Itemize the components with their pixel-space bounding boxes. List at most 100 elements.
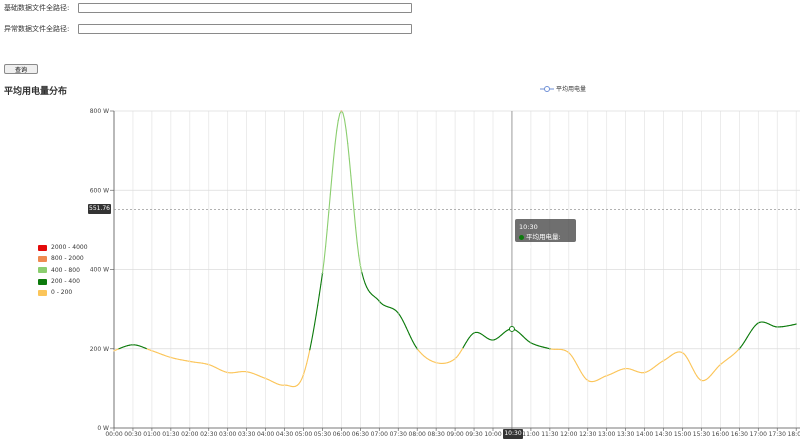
visual-map-swatch <box>38 278 47 285</box>
data-point <box>473 332 475 334</box>
data-point <box>397 312 400 314</box>
series-line-segment <box>404 323 407 328</box>
series-line-segment <box>326 211 330 231</box>
series-line-segment <box>355 227 358 244</box>
series-line-segment <box>348 158 352 177</box>
series-line-segment <box>314 314 317 326</box>
x-tick-label: 01:00 <box>143 431 160 438</box>
data-point <box>113 349 115 352</box>
tooltip-series-name: 平均用电量 <box>526 233 559 241</box>
x-tick-label: 09:00 <box>446 431 463 438</box>
data-point <box>662 359 665 362</box>
data-point <box>378 300 381 303</box>
series-line-segment <box>345 129 349 144</box>
x-tick-label: 11:30 <box>541 431 558 438</box>
data-point <box>302 373 305 376</box>
data-point <box>700 379 703 382</box>
x-tick-label: 18:00 <box>788 431 800 438</box>
data-point <box>151 349 153 352</box>
visual-map-legend: 2000 - 4000 800 - 2000 400 - 800 200 - 400 0… <box>38 242 88 298</box>
series-line-segment <box>323 245 327 262</box>
x-tick-label: 04:30 <box>276 431 293 438</box>
series-line-segment <box>350 175 354 195</box>
visual-map-item[interactable]: 200 - 400 <box>38 276 88 287</box>
visual-map-label: 800 - 2000 <box>51 255 84 263</box>
x-tick-label: 07:00 <box>371 431 388 438</box>
series-line-segment <box>310 332 314 343</box>
x-tick-label: 09:30 <box>465 431 482 438</box>
series-line-segment <box>312 323 316 335</box>
visual-map-item[interactable]: 400 - 800 <box>38 265 88 276</box>
series-line-segment <box>347 142 350 160</box>
data-point <box>435 361 437 364</box>
series-line-segment <box>331 158 335 177</box>
legend-item[interactable]: 平均用电量 <box>540 84 586 93</box>
x-tick-label: 15:30 <box>693 431 710 438</box>
series-line-segment <box>405 326 409 332</box>
data-point <box>492 339 494 341</box>
visual-map-item[interactable]: 0 - 200 <box>38 287 88 298</box>
x-tick-label: 03:00 <box>219 431 236 438</box>
y-tick-label: 600 W <box>90 187 109 194</box>
y-tick-label: 400 W <box>90 267 109 274</box>
data-point <box>738 347 741 350</box>
data-point <box>340 110 343 112</box>
data-point <box>283 384 286 387</box>
series-line-segment <box>315 304 319 316</box>
data-point <box>757 322 760 324</box>
legend-line-icon <box>540 85 554 92</box>
visual-map-item[interactable]: 2000 - 4000 <box>38 242 88 253</box>
x-tick-label: 14:30 <box>655 431 672 438</box>
series-line-segment <box>332 143 336 160</box>
x-tick-label: 00:00 <box>105 431 122 438</box>
x-tick-label: 17:00 <box>750 431 767 438</box>
series-line-segment <box>318 283 322 296</box>
data-point <box>530 342 532 344</box>
data-point <box>359 264 362 267</box>
series-line-segment <box>344 119 347 131</box>
data-point <box>795 323 798 325</box>
x-axis-pointer-label: 10:30 <box>503 429 523 439</box>
data-point <box>454 357 456 360</box>
visual-map-swatch <box>38 255 47 262</box>
x-tick-label: 17:30 <box>769 431 786 438</box>
x-tick-label: 07:30 <box>390 431 407 438</box>
series-line-segment <box>407 330 410 335</box>
data-point <box>132 343 134 346</box>
series-line-segment <box>329 175 333 195</box>
data-point <box>321 272 324 275</box>
tooltip-title: 10:30 <box>519 223 538 231</box>
x-tick-label: 02:30 <box>200 431 217 438</box>
x-tick-label: 12:30 <box>579 431 596 438</box>
data-point <box>188 360 191 363</box>
y-axis-pointer-label: 551.76 <box>88 204 111 214</box>
series-line-segment <box>342 112 346 121</box>
data-point <box>207 363 210 366</box>
visual-map-item[interactable]: 800 - 2000 <box>38 253 88 264</box>
visual-map-swatch <box>38 289 47 296</box>
data-point <box>568 351 570 354</box>
x-tick-label: 13:00 <box>598 431 615 438</box>
chart-tooltip: 10:30 平均用电量: 250 <box>515 219 576 251</box>
x-tick-label: 08:00 <box>409 431 426 438</box>
data-point <box>226 371 229 374</box>
visual-map-swatch <box>38 244 47 251</box>
data-point <box>681 351 684 354</box>
x-tick-label: 16:30 <box>731 431 748 438</box>
x-tick-label: 15:00 <box>674 431 691 438</box>
series-line-segment <box>362 278 366 284</box>
data-point <box>549 347 551 350</box>
series-line-segment <box>364 282 368 288</box>
chart-title: 平均用电量分布 <box>4 87 68 97</box>
x-tick-label: 16:00 <box>712 431 729 438</box>
y-tick-label: 200 W <box>90 346 109 353</box>
data-point <box>643 371 646 374</box>
data-point <box>170 356 172 359</box>
visual-map-label: 200 - 400 <box>51 278 80 286</box>
data-point <box>264 377 267 380</box>
x-tick-label: 04:00 <box>257 431 274 438</box>
x-tick-label: 14:00 <box>636 431 653 438</box>
x-tick-label: 05:30 <box>314 431 331 438</box>
series-line-segment <box>306 356 309 365</box>
data-point <box>245 370 248 373</box>
